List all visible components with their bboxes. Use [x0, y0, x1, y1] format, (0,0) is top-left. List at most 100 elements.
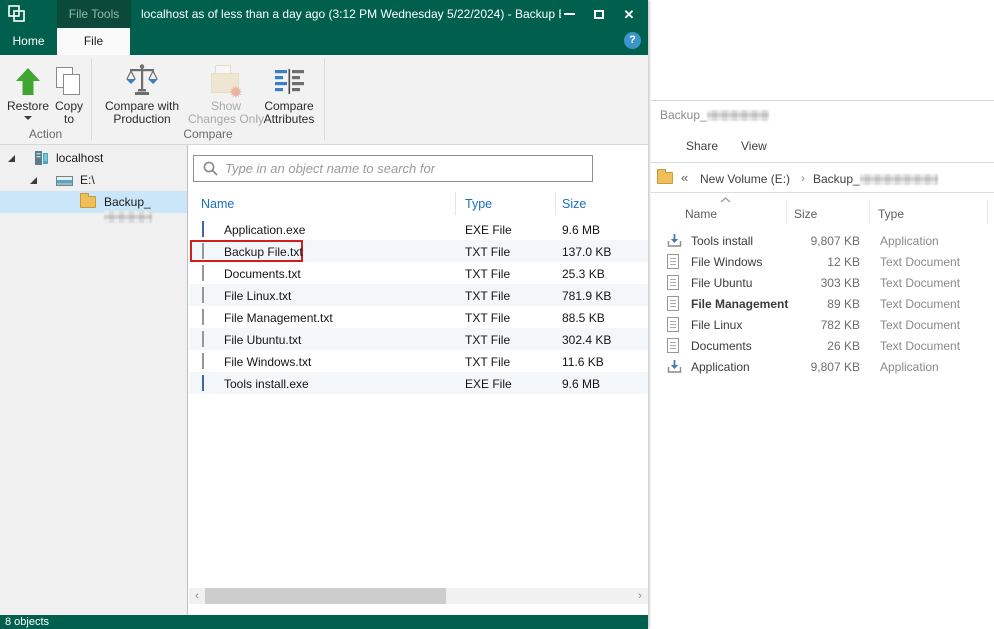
- compare-with-production-button[interactable]: Compare with Production: [97, 60, 187, 126]
- copy-to-label: Copy to: [50, 100, 88, 126]
- close-button[interactable]: ✕: [614, 0, 644, 28]
- file-name: File Ubuntu.txt: [224, 333, 301, 347]
- column-header-name[interactable]: Name: [685, 207, 717, 221]
- folder-icon: [657, 172, 673, 184]
- list-item[interactable]: File Windows 12 KB Text Document: [651, 251, 994, 272]
- compare-attributes-button[interactable]: Compare Attributes: [258, 60, 320, 126]
- column-separator[interactable]: [555, 192, 556, 215]
- show-changes-only-label: Show Changes Only: [186, 100, 266, 126]
- txt-file-icon: [202, 265, 204, 281]
- table-row[interactable]: File Linux.txt TXT File 781.9 KB: [189, 284, 648, 306]
- file-rows: Application.exe EXE File 9.6 MB Backup F…: [189, 218, 648, 394]
- navigation-tree: localhost E:\ Backup_: [0, 145, 188, 615]
- column-header-size[interactable]: Size: [562, 197, 586, 211]
- explorer-file-rows: Tools install 9,807 KB Application File …: [651, 230, 994, 377]
- table-row[interactable]: Tools install.exe EXE File 9.6 MB: [189, 372, 648, 394]
- explorer-tab-view[interactable]: View: [741, 139, 767, 153]
- file-type: TXT File: [465, 267, 510, 281]
- horizontal-scrollbar[interactable]: ‹ ›: [189, 588, 648, 604]
- exe-file-icon: [202, 221, 204, 237]
- help-button[interactable]: ?: [624, 32, 641, 49]
- tab-home[interactable]: Home: [0, 28, 57, 55]
- search-input[interactable]: [225, 161, 592, 176]
- file-type: TXT File: [465, 355, 510, 369]
- file-size: 302.4 KB: [562, 333, 611, 347]
- file-type: EXE File: [465, 377, 512, 391]
- tab-file[interactable]: File: [57, 28, 130, 55]
- txt-file-icon: [667, 317, 679, 332]
- redacted-text: [860, 174, 938, 185]
- txt-file-icon: [667, 254, 679, 269]
- table-row[interactable]: Documents.txt TXT File 25.3 KB: [189, 262, 648, 284]
- explorer-window: Backup_ Share View « New Volume (E:) › B…: [651, 0, 994, 629]
- file-name: File Management.txt: [224, 311, 333, 325]
- tree-expander-icon[interactable]: [8, 155, 15, 162]
- breadcrumb-root[interactable]: New Volume (E:): [700, 172, 790, 186]
- txt-file-icon: [667, 338, 679, 353]
- list-item[interactable]: File Management 89 KB Text Document: [651, 293, 994, 314]
- breadcrumb-current-folder[interactable]: Backup_: [813, 172, 938, 186]
- column-separator[interactable]: [455, 192, 456, 215]
- scroll-right-icon[interactable]: ›: [632, 588, 648, 604]
- address-bar[interactable]: « New Volume (E:) › Backup_: [651, 162, 994, 193]
- file-name: Application: [691, 360, 750, 374]
- file-type: TXT File: [465, 311, 510, 325]
- table-row-highlighted[interactable]: Backup File.txt TXT File 137.0 KB: [189, 240, 648, 262]
- maximize-icon: [594, 10, 604, 19]
- table-row[interactable]: File Management.txt TXT File 88.5 KB: [189, 306, 648, 328]
- restore-dropdown-caret[interactable]: [24, 116, 32, 120]
- browser-body: localhost E:\ Backup_: [0, 145, 648, 615]
- table-row[interactable]: Application.exe EXE File 9.6 MB: [189, 218, 648, 240]
- column-header-size[interactable]: Size: [794, 207, 817, 221]
- list-item[interactable]: Tools install 9,807 KB Application: [651, 230, 994, 251]
- list-item[interactable]: Application 9,807 KB Application: [651, 356, 994, 377]
- compare-attributes-label: Compare Attributes: [258, 100, 320, 126]
- sort-ascending-icon: [720, 197, 731, 203]
- column-header-name[interactable]: Name: [201, 197, 234, 211]
- column-separator[interactable]: [987, 200, 988, 224]
- scroll-left-icon[interactable]: ‹: [189, 588, 205, 604]
- file-name: Tools install.exe: [224, 377, 309, 391]
- file-name: Backup File.txt: [224, 245, 303, 259]
- maximize-button[interactable]: [584, 0, 614, 28]
- ribbon: Restore Copy to: [0, 55, 648, 145]
- contextual-tab-file-tools[interactable]: File Tools: [57, 0, 131, 28]
- restore-button[interactable]: Restore: [6, 60, 50, 120]
- column-header-type[interactable]: Type: [465, 197, 492, 211]
- column-separator[interactable]: [869, 200, 870, 224]
- copy-to-button[interactable]: Copy to: [50, 60, 88, 126]
- tree-item-backup-folder[interactable]: Backup_: [0, 191, 187, 213]
- close-icon: ✕: [624, 8, 635, 21]
- show-changes-only-icon: ✹: [186, 60, 266, 97]
- tree-item-localhost[interactable]: localhost: [0, 147, 187, 169]
- breadcrumb-collapse-chevrons[interactable]: «: [681, 170, 688, 185]
- file-type: Application: [880, 360, 939, 374]
- search-icon: [203, 161, 218, 176]
- installer-file-icon: [667, 233, 682, 248]
- list-item[interactable]: File Ubuntu 303 KB Text Document: [651, 272, 994, 293]
- compare-with-production-label: Compare with Production: [97, 100, 187, 126]
- file-size: 25.3 KB: [562, 267, 605, 281]
- column-header-type[interactable]: Type: [878, 207, 904, 221]
- file-size: 9.6 MB: [562, 223, 600, 237]
- tree-expander-icon[interactable]: [30, 177, 37, 184]
- minimize-button[interactable]: [554, 0, 584, 28]
- explorer-tab-share[interactable]: Share: [686, 139, 718, 153]
- file-size: 9,807 KB: [781, 360, 860, 374]
- table-row[interactable]: File Windows.txt TXT File 11.6 KB: [189, 350, 648, 372]
- tree-item-drive-e[interactable]: E:\: [0, 169, 187, 191]
- ribbon-group-action-label: Action: [0, 127, 91, 141]
- file-name: File Windows: [691, 255, 762, 269]
- search-box[interactable]: [193, 155, 593, 182]
- file-size: 12 KB: [781, 255, 860, 269]
- table-row[interactable]: File Ubuntu.txt TXT File 302.4 KB: [189, 328, 648, 350]
- scrollbar-thumb[interactable]: [205, 588, 446, 604]
- file-type: Text Document: [880, 255, 960, 269]
- file-name: File Management: [691, 297, 788, 311]
- column-separator[interactable]: [786, 200, 787, 224]
- file-type: TXT File: [465, 333, 510, 347]
- list-item[interactable]: Documents 26 KB Text Document: [651, 335, 994, 356]
- restore-label: Restore: [6, 100, 50, 113]
- list-item[interactable]: File Linux 782 KB Text Document: [651, 314, 994, 335]
- file-type: Text Document: [880, 276, 960, 290]
